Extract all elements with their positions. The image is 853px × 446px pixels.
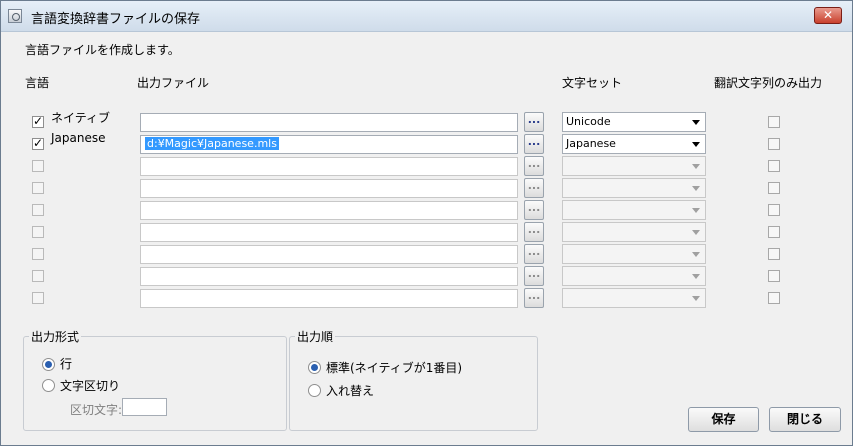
browse-button[interactable]: ...: [524, 112, 544, 132]
language-enable-checkbox[interactable]: [32, 160, 44, 172]
format-delimited-radio[interactable]: [42, 379, 55, 392]
charset-select[interactable]: [562, 200, 706, 220]
language-enable-checkbox[interactable]: [32, 136, 44, 150]
language-row: ...: [1, 265, 853, 287]
output-file-input[interactable]: [140, 245, 518, 264]
language-row: ...: [1, 287, 853, 309]
charset-select[interactable]: [562, 178, 706, 198]
charset-select[interactable]: [562, 288, 706, 308]
charset-select[interactable]: [562, 266, 706, 286]
dropdown-arrow-icon: [692, 274, 700, 279]
output-file-input[interactable]: [140, 289, 518, 308]
format-delimited-label: 文字区切り: [60, 379, 121, 393]
dropdown-arrow-icon: [692, 230, 700, 235]
dropdown-arrow-icon: [692, 186, 700, 191]
close-window-button[interactable]: ✕: [814, 7, 842, 24]
translated-only-checkbox[interactable]: [768, 116, 780, 128]
language-enable-checkbox[interactable]: [32, 292, 44, 304]
save-dictionary-dialog: 言語変換辞書ファイルの保存 ✕ 言語ファイルを作成します。 言語 出力ファイル …: [0, 0, 853, 446]
translated-only-checkbox[interactable]: [768, 226, 780, 238]
header-output-file: 出力ファイル: [137, 76, 210, 90]
browse-button[interactable]: ...: [524, 134, 544, 154]
order-swap-label: 入れ替え: [326, 384, 375, 398]
dropdown-arrow-icon: [692, 296, 700, 301]
dropdown-arrow-icon: [692, 142, 700, 147]
format-line-label: 行: [60, 357, 73, 371]
window-title: 言語変換辞書ファイルの保存: [31, 12, 201, 27]
order-swap-radio[interactable]: [308, 384, 321, 397]
charset-select[interactable]: [562, 156, 706, 176]
header-language: 言語: [25, 76, 50, 90]
language-name: Japanese: [51, 131, 106, 145]
header-charset: 文字セット: [562, 76, 623, 90]
translated-only-checkbox[interactable]: [768, 160, 780, 172]
charset-select[interactable]: [562, 222, 706, 242]
language-enable-checkbox[interactable]: [32, 226, 44, 238]
translated-only-checkbox[interactable]: [768, 292, 780, 304]
language-enable-checkbox[interactable]: [32, 204, 44, 216]
output-order-title: 出力順: [295, 328, 336, 345]
charset-value: Japanese: [566, 137, 616, 150]
language-row: Japanese d:¥Magic¥Japanese.mls... Japanese: [1, 131, 853, 155]
delimiter-input[interactable]: [122, 398, 167, 416]
browse-button[interactable]: ...: [524, 178, 544, 198]
output-file-input[interactable]: [140, 223, 518, 242]
language-enable-checkbox[interactable]: [32, 270, 44, 282]
output-format-group: 出力形式 行 文字区切り 区切文字:: [23, 328, 287, 431]
title-bar: 言語変換辞書ファイルの保存 ✕: [1, 1, 852, 32]
language-row: ...: [1, 221, 853, 243]
order-standard-radio[interactable]: [308, 361, 321, 374]
browse-button[interactable]: ...: [524, 222, 544, 242]
language-enable-checkbox[interactable]: [32, 248, 44, 260]
language-row: ...: [1, 243, 853, 265]
output-file-input[interactable]: [140, 157, 518, 176]
language-enable-checkbox[interactable]: [32, 114, 44, 128]
language-row: ネイティブ... Unicode: [1, 111, 853, 133]
output-file-input[interactable]: [140, 267, 518, 286]
language-enable-checkbox[interactable]: [32, 182, 44, 194]
language-row: ...: [1, 177, 853, 199]
header-translated-only: 翻訳文字列のみ出力: [714, 76, 823, 90]
output-file-value: d:¥Magic¥Japanese.mls: [145, 137, 279, 150]
browse-button[interactable]: ...: [524, 266, 544, 286]
description-text: 言語ファイルを作成します。: [25, 43, 180, 57]
output-file-input[interactable]: [140, 179, 518, 198]
output-file-input[interactable]: d:¥Magic¥Japanese.mls: [140, 135, 518, 154]
output-order-group: 出力順 標準(ネイティブが1番目) 入れ替え: [289, 328, 538, 431]
app-settings-icon: [8, 9, 22, 23]
dropdown-arrow-icon: [692, 208, 700, 213]
browse-button[interactable]: ...: [524, 288, 544, 308]
charset-select[interactable]: Unicode: [562, 112, 706, 132]
translated-only-checkbox[interactable]: [768, 182, 780, 194]
language-name: ネイティブ: [51, 111, 111, 125]
output-file-input[interactable]: [140, 201, 518, 220]
language-row: ...: [1, 199, 853, 221]
save-button[interactable]: 保存: [688, 407, 759, 432]
dropdown-arrow-icon: [692, 252, 700, 257]
browse-button[interactable]: ...: [524, 200, 544, 220]
order-standard-label: 標準(ネイティブが1番目): [326, 361, 463, 375]
dropdown-arrow-icon: [692, 164, 700, 169]
delimiter-label: 区切文字:: [70, 403, 123, 417]
translated-only-checkbox[interactable]: [768, 204, 780, 216]
charset-select[interactable]: [562, 244, 706, 264]
output-format-title: 出力形式: [29, 328, 82, 345]
output-file-input[interactable]: [140, 113, 518, 132]
browse-button[interactable]: ...: [524, 156, 544, 176]
translated-only-checkbox[interactable]: [768, 248, 780, 260]
translated-only-checkbox[interactable]: [768, 138, 780, 150]
translated-only-checkbox[interactable]: [768, 270, 780, 282]
close-button[interactable]: 閉じる: [769, 407, 841, 432]
format-line-radio[interactable]: [42, 358, 55, 371]
browse-button[interactable]: ...: [524, 244, 544, 264]
dropdown-arrow-icon: [692, 120, 700, 125]
language-row: ...: [1, 155, 853, 177]
charset-select[interactable]: Japanese: [562, 134, 706, 154]
charset-value: Unicode: [566, 115, 611, 128]
